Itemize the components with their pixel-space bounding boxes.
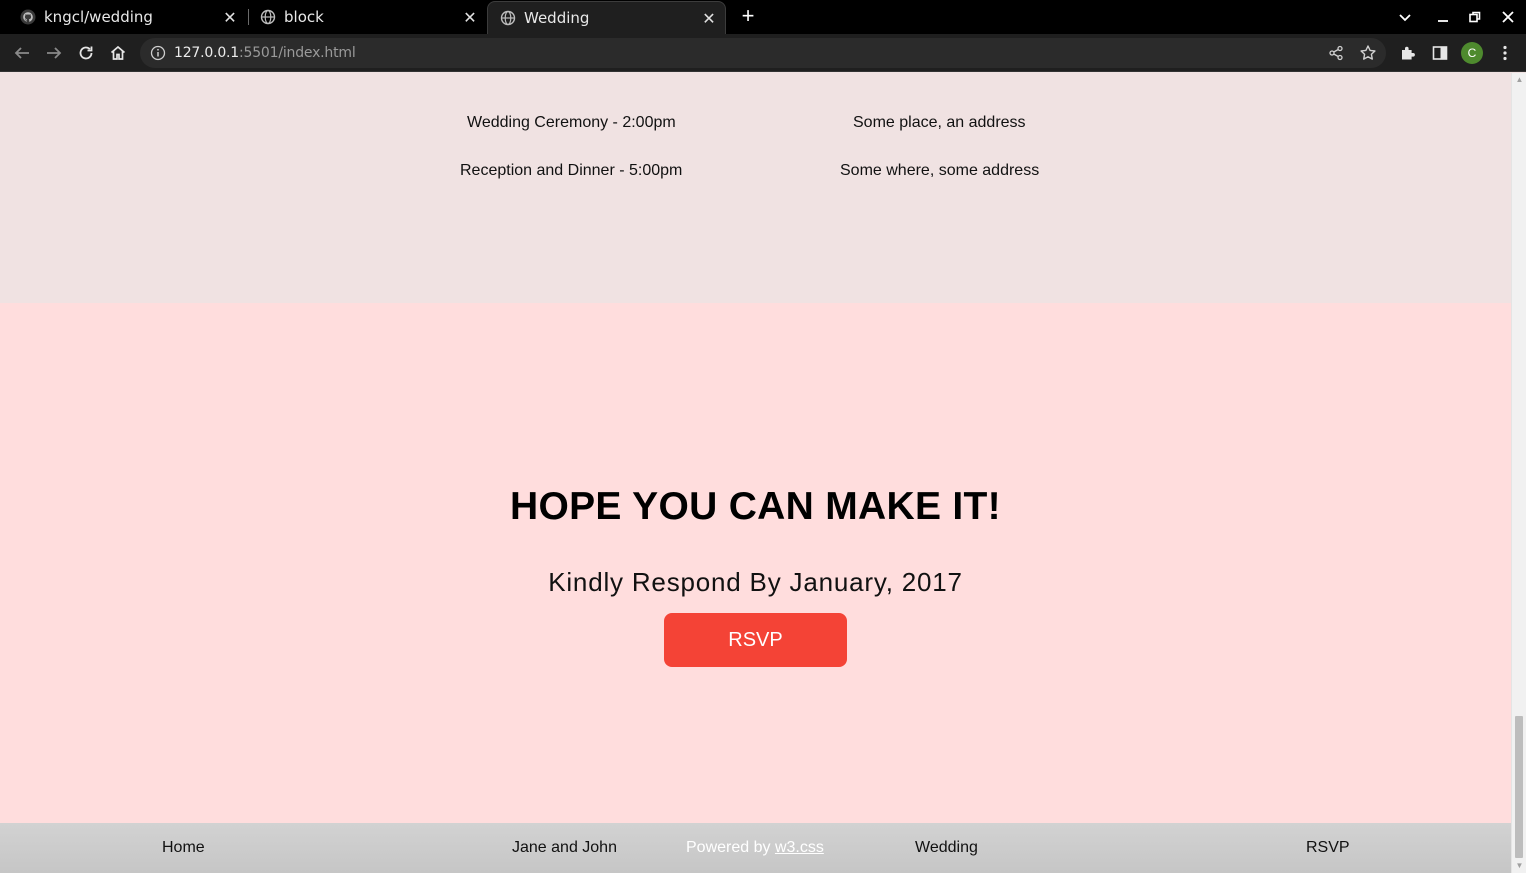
tab-search-icon[interactable] (1393, 5, 1417, 29)
scroll-thumb[interactable] (1515, 716, 1523, 858)
event-name-reception: Reception and Dinner - 5:00pm (460, 162, 683, 179)
bookmark-star-icon[interactable] (1356, 41, 1380, 65)
back-icon[interactable] (10, 41, 34, 65)
footer-link-home[interactable]: Home (162, 839, 205, 857)
event-place-ceremony: Some place, an address (853, 114, 1026, 131)
powered-by-prefix: Powered by (686, 839, 775, 856)
tab-title: block (284, 8, 324, 26)
footer-link-rsvp[interactable]: RSVP (1306, 839, 1350, 857)
minimize-icon[interactable] (1431, 5, 1455, 29)
rsvp-headline: HOPE YOU CAN MAKE IT! (510, 485, 1001, 528)
profile-avatar[interactable]: C (1461, 42, 1483, 64)
tab-wedding[interactable]: Wedding ✕ (487, 1, 726, 34)
globe-icon (500, 10, 516, 26)
respond-by-text: Kindly Respond By January, 2017 (548, 567, 963, 597)
rsvp-button[interactable]: RSVP (664, 613, 847, 667)
tab-title: Wedding (524, 9, 590, 27)
vertical-scrollbar[interactable]: ▲ ▼ (1511, 73, 1526, 873)
home-icon[interactable] (106, 41, 130, 65)
footer-link-couple[interactable]: Jane and John (512, 839, 617, 857)
reload-icon[interactable] (74, 41, 98, 65)
scroll-up-icon[interactable]: ▲ (1515, 75, 1524, 84)
powered-by: Powered by w3.css (686, 839, 824, 857)
extensions-icon[interactable] (1396, 41, 1420, 65)
url-text: 127.0.0.1:5501/index.html (174, 45, 356, 61)
footer-link-wedding[interactable]: Wedding (915, 839, 978, 857)
new-tab-button[interactable]: + (736, 5, 760, 29)
rsvp-section: HOPE YOU CAN MAKE IT! Kindly Respond By … (0, 303, 1511, 823)
tab-title: kngcl/wedding (44, 8, 153, 26)
page-viewport: Wedding Ceremony - 2:00pm Some place, an… (0, 73, 1511, 873)
browser-toolbar: 127.0.0.1:5501/index.html C (0, 34, 1526, 72)
close-window-icon[interactable] (1496, 5, 1520, 29)
close-tab-icon[interactable]: ✕ (218, 8, 242, 27)
share-icon[interactable] (1324, 41, 1348, 65)
restore-icon[interactable] (1463, 5, 1487, 29)
tab-block[interactable]: block ✕ (240, 0, 486, 34)
github-icon (20, 9, 36, 25)
menu-kebab-icon[interactable] (1493, 41, 1517, 65)
schedule-section: Wedding Ceremony - 2:00pm Some place, an… (0, 73, 1511, 303)
footer-nav: Home Jane and John Powered by w3.css Wed… (0, 823, 1511, 873)
url-host: 127.0.0.1 (174, 45, 239, 61)
site-info-icon[interactable] (150, 45, 166, 61)
forward-icon[interactable] (42, 41, 66, 65)
close-tab-icon[interactable]: ✕ (458, 8, 482, 27)
address-bar[interactable]: 127.0.0.1:5501/index.html (140, 38, 1386, 68)
tab-github[interactable]: kngcl/wedding ✕ (0, 0, 246, 34)
event-name-ceremony: Wedding Ceremony - 2:00pm (467, 114, 676, 131)
close-tab-icon[interactable]: ✕ (697, 9, 721, 28)
event-place-reception: Some where, some address (840, 162, 1040, 179)
side-panel-icon[interactable] (1428, 41, 1452, 65)
scroll-down-icon[interactable]: ▼ (1515, 861, 1524, 870)
w3css-link[interactable]: w3.css (775, 839, 824, 856)
tab-strip: kngcl/wedding ✕ block ✕ Wedding ✕ + (0, 0, 1526, 34)
globe-icon (260, 9, 276, 25)
url-path: :5501/index.html (239, 45, 356, 61)
